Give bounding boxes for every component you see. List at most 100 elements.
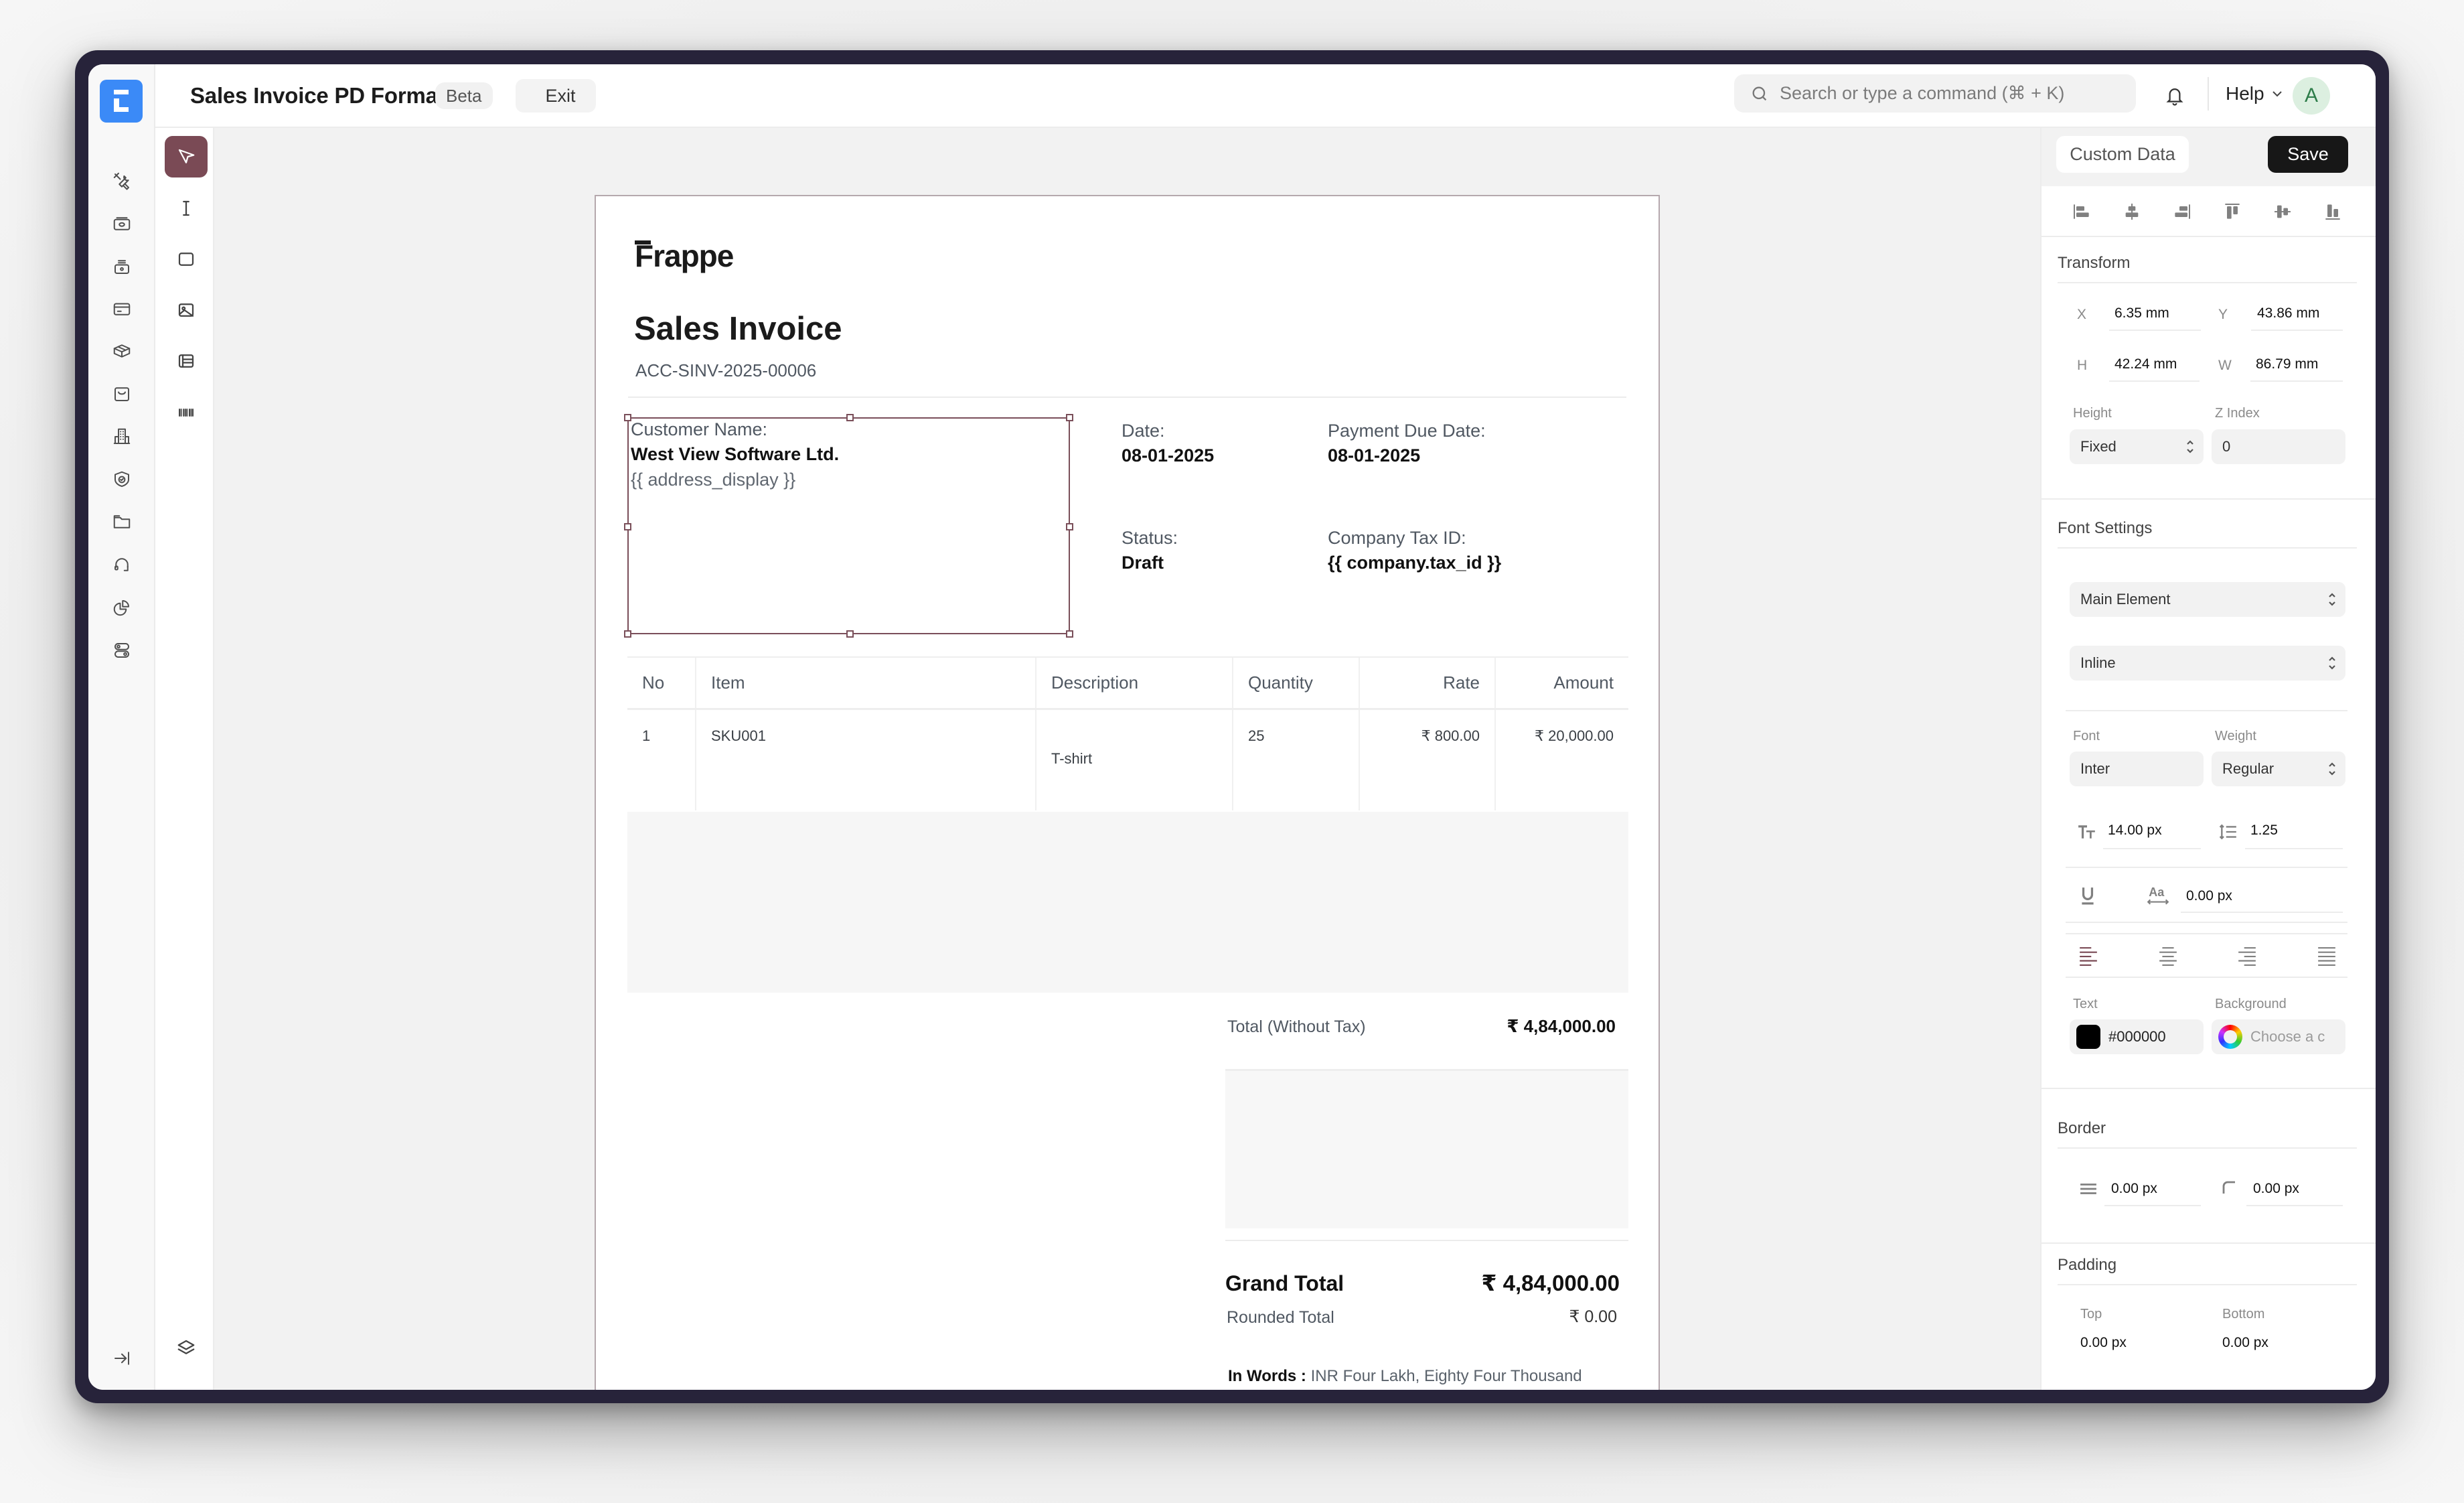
resize-handle-nw[interactable] xyxy=(624,414,631,421)
align-center-horizontal-icon xyxy=(2125,204,2139,220)
text-align-right-button[interactable] xyxy=(2237,945,2257,967)
display-mode-select[interactable]: Inline xyxy=(2070,646,2345,681)
app-logo[interactable] xyxy=(100,80,143,123)
tools-icon[interactable] xyxy=(108,167,135,194)
section-divider xyxy=(2058,547,2357,549)
w-input[interactable]: 86.79 mm xyxy=(2256,356,2318,372)
text-align-center-button[interactable] xyxy=(2158,945,2178,967)
exit-button[interactable]: Exit xyxy=(516,79,596,113)
invoice-title[interactable]: Sales Invoice xyxy=(634,310,842,348)
line-height-input[interactable]: 1.25 xyxy=(2250,822,2278,839)
design-canvas[interactable]: Frappe Sales Invoice ACC-SINV-2025-00006… xyxy=(214,128,2040,1390)
card-icon[interactable] xyxy=(108,295,135,322)
money-icon[interactable] xyxy=(108,210,135,237)
resize-handle-se[interactable] xyxy=(1066,630,1073,638)
package-icon[interactable] xyxy=(108,338,135,364)
align-left-button[interactable] xyxy=(2068,198,2095,225)
save-button[interactable]: Save xyxy=(2268,136,2348,173)
barcode-tool[interactable] xyxy=(165,392,208,433)
resize-handle-w[interactable] xyxy=(624,523,631,530)
header-divider-line xyxy=(628,397,1626,398)
layers-icon xyxy=(177,1340,195,1354)
padding-top-input[interactable]: 0.00 px xyxy=(2080,1335,2127,1351)
table-tool[interactable] xyxy=(165,340,208,382)
padding-top-label: Top xyxy=(2080,1307,2102,1321)
font-family-input[interactable]: Inter xyxy=(2070,752,2204,786)
collapse-sidebar-icon[interactable] xyxy=(108,1345,135,1372)
command-search[interactable]: Search or type a command (⌘ + K) xyxy=(1734,74,2136,113)
invoice-page[interactable]: Frappe Sales Invoice ACC-SINV-2025-00006… xyxy=(595,195,1660,1390)
align-bottom-button[interactable] xyxy=(2319,198,2346,225)
letter-spacing-input[interactable]: 0.00 px xyxy=(2186,888,2232,904)
align-center-h-button[interactable] xyxy=(2119,198,2145,225)
h-input[interactable]: 42.24 mm xyxy=(2114,356,2177,372)
selected-element-box[interactable] xyxy=(624,414,1073,638)
resize-handle-s[interactable] xyxy=(846,630,854,638)
y-input[interactable]: 43.86 mm xyxy=(2257,305,2319,321)
notifications-button[interactable] xyxy=(2161,82,2188,109)
section-divider xyxy=(2066,977,2347,978)
app-sidebar xyxy=(88,64,155,1390)
company-logo[interactable]: Frappe xyxy=(635,238,734,274)
building-icon[interactable] xyxy=(108,423,135,450)
align-middle-button[interactable] xyxy=(2269,198,2296,225)
invoice-number[interactable]: ACC-SINV-2025-00006 xyxy=(635,360,816,381)
font-target-select[interactable]: Main Element xyxy=(2070,582,2345,617)
resize-handle-e[interactable] xyxy=(1066,523,1073,530)
items-table[interactable]: No Item Description Quantity Rate Amount… xyxy=(627,656,1628,810)
border-width-input[interactable]: 0.00 px xyxy=(2111,1181,2157,1197)
pie-chart-icon[interactable] xyxy=(108,594,135,621)
align-top-button[interactable] xyxy=(2219,198,2246,225)
rounded-total-label: Rounded Total xyxy=(1227,1308,1334,1327)
barcode-icon xyxy=(179,409,194,417)
rectangle-tool[interactable] xyxy=(165,238,208,280)
custom-data-button[interactable]: Custom Data xyxy=(2056,136,2189,173)
layers-button[interactable] xyxy=(165,1327,208,1368)
text-color-input[interactable]: #000000 xyxy=(2070,1019,2204,1054)
align-right-button[interactable] xyxy=(2169,198,2196,225)
font-size-underline xyxy=(2103,848,2201,849)
text-align-justify-button[interactable] xyxy=(2317,945,2337,967)
cash-register-icon[interactable] xyxy=(108,253,135,280)
resize-handle-n[interactable] xyxy=(846,414,854,421)
text-tool[interactable] xyxy=(165,188,208,229)
table-row: 1 SKU001 T-shirt 25 ₹ 800.00 ₹ 20,000.00 xyxy=(627,710,1628,810)
folder-icon[interactable] xyxy=(108,508,135,535)
border-radius-input[interactable]: 0.00 px xyxy=(2253,1181,2299,1197)
height-mode-select[interactable]: Fixed xyxy=(2070,429,2204,464)
underline-toggle-icon[interactable] xyxy=(2079,885,2096,906)
padding-section-title: Padding xyxy=(2058,1256,2117,1274)
text-color-swatch[interactable] xyxy=(2076,1025,2100,1049)
image-tool[interactable] xyxy=(165,289,208,331)
text-align-left-button[interactable] xyxy=(2078,945,2098,967)
w-input-underline xyxy=(2250,380,2343,382)
totals-divider xyxy=(1225,1240,1628,1241)
font-size-input[interactable]: 14.00 px xyxy=(2108,822,2162,839)
taxes-table-placeholder[interactable] xyxy=(1225,1069,1628,1228)
select-arrows-icon xyxy=(2329,593,2335,606)
user-avatar[interactable]: A xyxy=(2293,77,2330,115)
z-index-input[interactable]: 0 xyxy=(2212,429,2345,464)
shield-check-icon[interactable] xyxy=(108,466,135,493)
z-index-label: Z Index xyxy=(2215,406,2260,421)
shopping-bag-icon[interactable] xyxy=(108,380,135,407)
toggle-settings-icon[interactable] xyxy=(108,637,135,664)
beta-badge: Beta xyxy=(435,82,493,109)
section-divider xyxy=(2058,282,2357,283)
align-right-icon xyxy=(2175,204,2190,219)
y-label: Y xyxy=(2218,307,2228,322)
headset-icon[interactable] xyxy=(108,551,135,578)
select-tool[interactable] xyxy=(165,136,208,177)
background-color-input[interactable]: Choose a c xyxy=(2212,1019,2345,1054)
x-input[interactable]: 6.35 mm xyxy=(2114,305,2169,321)
section-divider xyxy=(2058,1284,2357,1285)
help-menu[interactable]: Help xyxy=(2226,83,2283,104)
padding-bottom-input[interactable]: 0.00 px xyxy=(2222,1335,2268,1351)
resize-handle-ne[interactable] xyxy=(1066,414,1073,421)
resize-handle-sw[interactable] xyxy=(624,630,631,638)
cell-rate: ₹ 800.00 xyxy=(1360,710,1496,810)
color-wheel-icon[interactable] xyxy=(2218,1025,2242,1049)
cell-no: 1 xyxy=(627,710,696,810)
align-center-vertical-icon xyxy=(2275,205,2291,218)
font-weight-select[interactable]: Regular xyxy=(2212,752,2345,786)
